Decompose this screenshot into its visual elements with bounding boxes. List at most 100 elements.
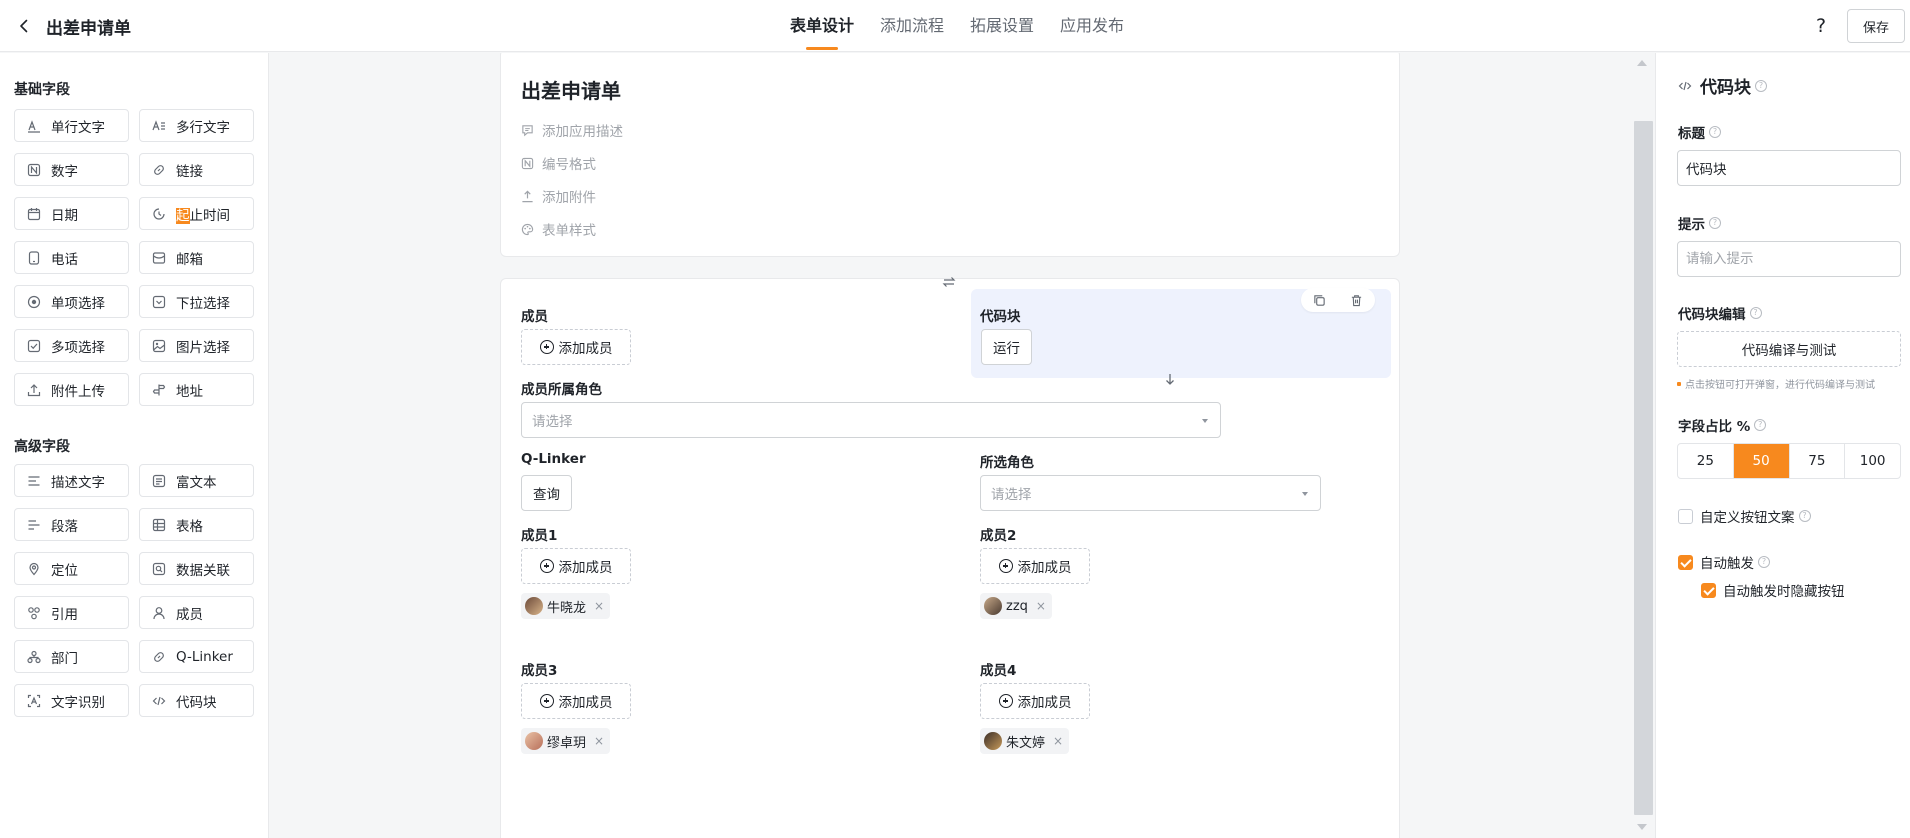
field-single-choice[interactable]: 单项选择 [14,285,129,318]
help-circle-icon[interactable]: ? [1749,307,1762,319]
member4-label: 成员4 [980,663,1017,679]
help-circle-icon[interactable]: ? [1758,556,1770,568]
field-multi-line-text[interactable]: 多行文字 [139,109,254,142]
field-ratio-label: 字段占比 %? [1678,415,1767,435]
field-link[interactable]: 链接 [139,153,254,186]
help-circle-icon[interactable]: ? [1755,79,1767,92]
save-button[interactable]: 保存 [1847,9,1905,43]
dropdown-icon [152,295,166,309]
add-member3-button[interactable]: 添加成员 [521,683,631,719]
auto-trigger-checkbox[interactable]: 自动触发? [1678,552,1770,572]
add-description-link[interactable]: 添加应用描述 [521,120,623,140]
help-circle-icon[interactable]: ? [1754,419,1767,431]
remove-tag-icon[interactable]: × [594,599,604,613]
tab-add-process[interactable]: 添加流程 [880,0,944,52]
tab-extension-settings[interactable]: 拓展设置 [970,0,1034,52]
form-title[interactable]: 出差申请单 [521,75,621,104]
tab-form-design[interactable]: 表单设计 [790,0,854,52]
help-icon[interactable]: ? [1809,14,1833,38]
help-circle-icon[interactable]: ? [1709,126,1721,138]
field-toolbar [1301,288,1375,312]
address-icon [152,383,166,397]
ratio-option-50[interactable]: 50 [1733,444,1790,478]
checkbox[interactable] [1701,582,1716,598]
query-button[interactable]: 查询 [521,475,572,511]
back-button[interactable]: 出差申请单 [16,12,131,40]
hint-input[interactable] [1677,241,1901,277]
field-table[interactable]: 表格 [139,508,254,541]
scroll-up-arrow[interactable] [1637,60,1647,66]
number-format-link[interactable]: 编号格式 [521,153,596,173]
member-tag: 牛晓龙 × [521,593,611,619]
field-address[interactable]: 地址 [139,373,254,406]
remove-tag-icon[interactable]: × [1036,599,1046,613]
field-image-choice[interactable]: 图片选择 [139,329,254,362]
remove-tag-icon[interactable]: × [1053,734,1063,748]
comment-icon [522,124,533,136]
custom-button-text-checkbox[interactable]: 自定义按钮文案? [1678,506,1811,526]
plus-circle-icon [998,694,1013,708]
ratio-option-75[interactable]: 75 [1790,444,1846,478]
field-phone[interactable]: 电话 [14,241,129,274]
field-dropdown[interactable]: 下拉选择 [139,285,254,318]
add-member4-button[interactable]: 添加成员 [980,683,1090,719]
field-description[interactable]: 描述文字 [14,464,129,497]
field-attachment[interactable]: 附件上传 [14,373,129,406]
title-input[interactable] [1677,150,1901,186]
ratio-option-100[interactable]: 100 [1845,444,1900,478]
add-attachment-link[interactable]: 添加附件 [521,186,596,206]
field-data-link[interactable]: 数据关联 [139,552,254,585]
text-multiline-icon [152,119,166,133]
scrollbar-thumb[interactable] [1634,121,1653,815]
field-rich-text[interactable]: 富文本 [139,464,254,497]
field-member[interactable]: 成员 [139,596,254,629]
checkbox[interactable] [1678,554,1693,570]
field-location[interactable]: 定位 [14,552,129,585]
field-department[interactable]: 部门 [14,640,129,673]
add-member1-button[interactable]: 添加成员 [521,548,631,584]
plus-circle-icon [539,340,554,354]
field-code-block[interactable]: 代码块 [139,684,254,717]
field-number[interactable]: 数字 [14,153,129,186]
paragraph-icon [27,518,41,532]
member3-label: 成员3 [521,663,558,679]
main-tabs: 表单设计 添加流程 拓展设置 应用发布 [790,0,1150,52]
field-reference[interactable]: 引用 [14,596,129,629]
form-style-link[interactable]: 表单样式 [521,219,596,239]
arrow-down-icon[interactable] [1163,372,1177,386]
member-tag: 缪卓玥 × [521,728,611,754]
code-compile-test-button[interactable]: 代码编译与测试 [1677,331,1901,367]
help-circle-icon[interactable]: ? [1798,510,1811,522]
tab-app-publish[interactable]: 应用发布 [1060,0,1124,52]
selected-role-label: 所选角色 [980,455,1034,471]
field-email[interactable]: 邮箱 [139,241,254,274]
help-circle-icon[interactable]: ? [1709,217,1721,229]
field-date[interactable]: 日期 [14,197,129,230]
remove-tag-icon[interactable]: × [594,734,604,748]
checkbox[interactable] [1678,508,1693,524]
field-multi-choice[interactable]: 多项选择 [14,329,129,362]
field-paragraph[interactable]: 段落 [14,508,129,541]
rich-text-icon [152,474,166,488]
field-qlinker[interactable]: Q-Linker [139,640,254,673]
auto-hide-button-checkbox[interactable]: 自动触发时隐藏按钮 [1701,580,1845,600]
radio-icon [27,295,41,309]
field-time-range[interactable]: 起止时间 [139,197,254,230]
scroll-down-arrow[interactable] [1637,824,1647,830]
copy-icon[interactable] [1313,294,1326,307]
phone-icon [27,250,41,265]
field-single-line-text[interactable]: 单行文字 [14,109,129,142]
text-line-icon [27,119,41,133]
add-member-button[interactable]: 添加成员 [521,329,631,365]
ratio-option-25[interactable]: 25 [1678,444,1734,478]
delete-icon[interactable] [1350,294,1363,307]
upload-icon [27,383,41,397]
add-member2-button[interactable]: 添加成员 [980,548,1090,584]
selected-role-select[interactable]: 请选择 [980,475,1321,511]
code-icon [152,694,166,708]
run-button[interactable]: 运行 [981,329,1032,365]
swap-icon[interactable] [942,275,956,289]
member-role-select[interactable]: 请选择 [521,402,1221,438]
field-ocr[interactable]: 文字识别 [14,684,129,717]
member1-label: 成员1 [521,528,558,544]
